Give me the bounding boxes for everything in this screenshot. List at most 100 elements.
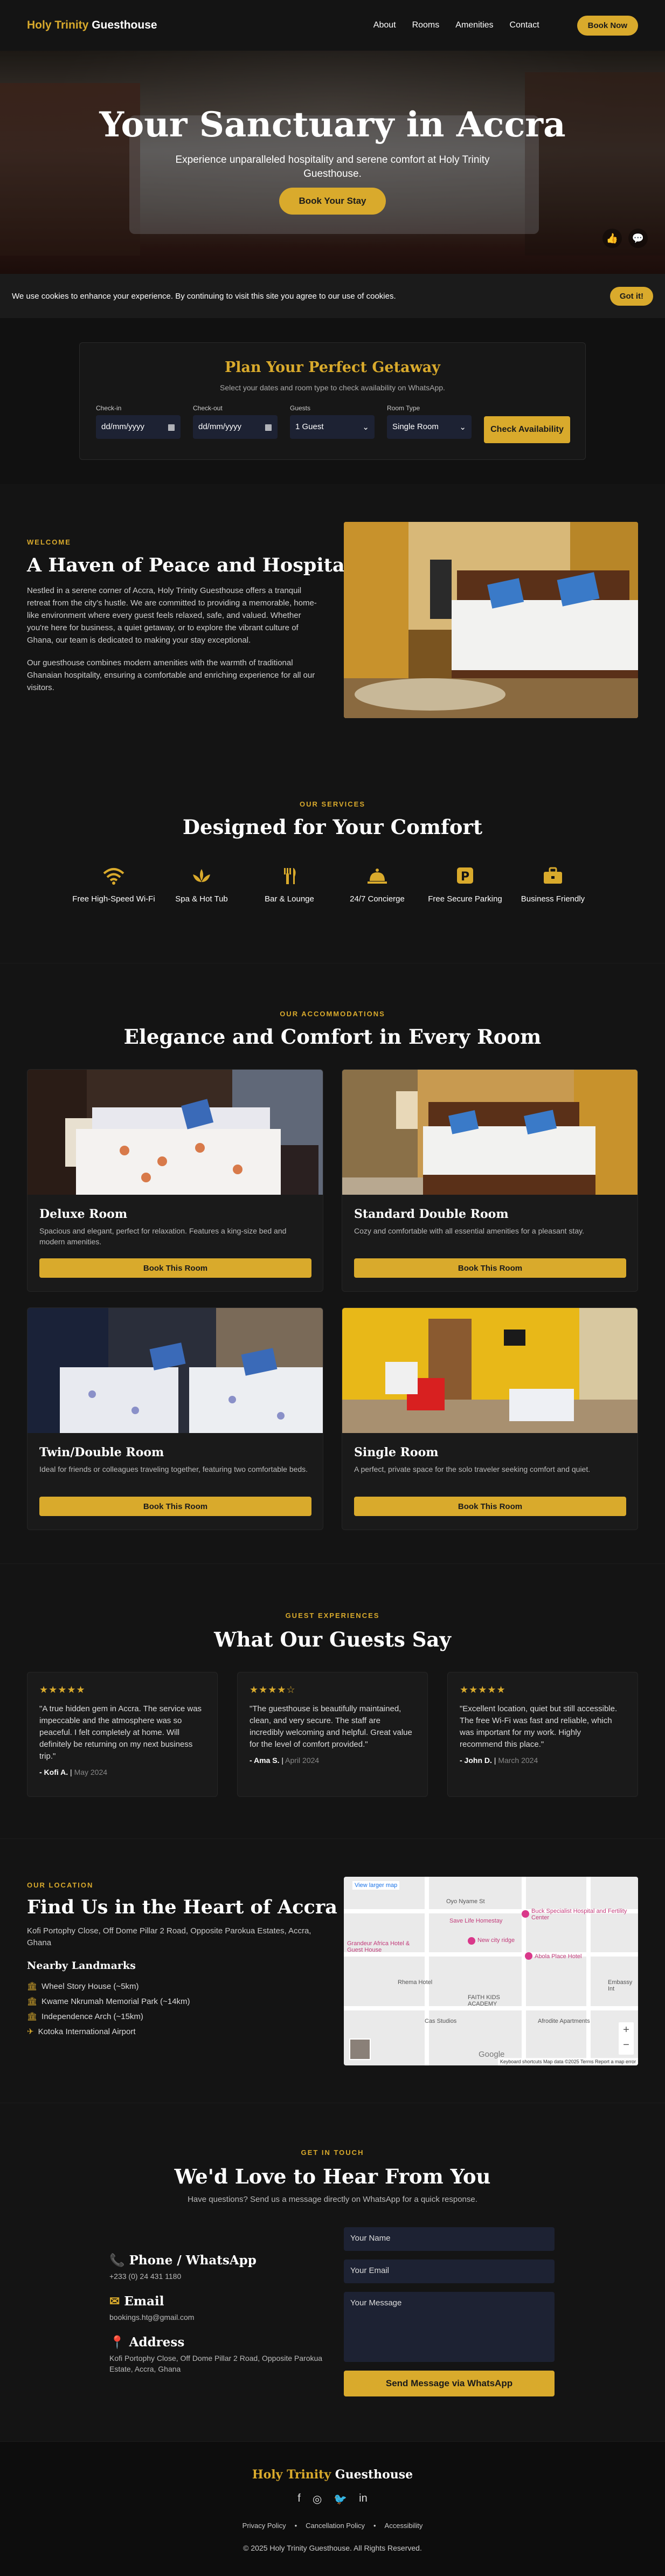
check-availability-button[interactable]: Check Availability xyxy=(484,416,570,443)
location-eyebrow: OUR LOCATION xyxy=(27,1881,94,1889)
phone-value[interactable]: +233 (0) 24 431 1180 xyxy=(109,2271,325,2282)
author-name: - Kofi A. xyxy=(39,1768,68,1776)
instagram-icon[interactable]: ◎ xyxy=(313,2492,322,2506)
guests-value: 1 Guest xyxy=(295,422,324,431)
amenity-label: Free Secure Parking xyxy=(428,894,502,904)
address-title: Address xyxy=(129,2335,185,2350)
brand-second: Guesthouse xyxy=(92,19,157,31)
checkout-value: dd/mm/yyyy xyxy=(198,422,242,431)
send-whatsapp-button[interactable]: Send Message via WhatsApp xyxy=(344,2371,555,2396)
checkin-input[interactable]: dd/mm/yyyy ▦ xyxy=(96,415,181,439)
nav-link-contact[interactable]: Contact xyxy=(510,20,539,30)
checkout-label: Check-out xyxy=(193,404,223,412)
footer-separator: • xyxy=(373,2522,376,2530)
welcome-section: WELCOME A Haven of Peace and Hospitality… xyxy=(0,484,665,963)
map-label: Buck Specialist Hospital and Fertility C… xyxy=(531,1908,627,1921)
roomtype-field: Room Type Single Room ⌄ xyxy=(387,404,472,439)
room-description: A perfect, private space for the solo tr… xyxy=(354,1465,591,1473)
copyright-text: © 2025 Holy Trinity Guesthouse. All Righ… xyxy=(243,2544,422,2552)
testimonial-quote: "Excellent location, quiet but still acc… xyxy=(460,1704,618,1749)
map-road xyxy=(586,1877,591,2065)
testimonials-eyebrow: GUEST EXPERIENCES xyxy=(285,1611,380,1620)
facebook-icon[interactable]: f xyxy=(297,2492,301,2506)
brand-logo[interactable]: Holy Trinity Guesthouse xyxy=(27,19,157,32)
email-value[interactable]: bookings.htg@gmail.com xyxy=(109,2312,325,2323)
message-textarea[interactable]: Your Message xyxy=(344,2292,555,2362)
welcome-room-photo xyxy=(344,522,638,718)
landmark-text: Kotoka International Airport xyxy=(38,2027,136,2036)
room-card-standard-double: Standard Double Room Cozy and comfortabl… xyxy=(342,1069,638,1292)
footer-separator: • xyxy=(294,2522,297,2530)
concierge-bell-icon xyxy=(334,867,420,891)
view-larger-map-link[interactable]: View larger map xyxy=(352,1881,400,1890)
location-title: Find Us in the Heart of Accra xyxy=(27,1896,337,1918)
calendar-icon[interactable]: ▦ xyxy=(265,422,272,432)
plane-icon: ✈ xyxy=(27,2027,34,2036)
testimonial-card: ★★★★★ "Excellent location, quiet but sti… xyxy=(447,1672,638,1797)
room-description: Cozy and comfortable with all essential … xyxy=(354,1227,584,1235)
testimonial-author: - Kofi A. | May 2024 xyxy=(39,1768,108,1776)
testimonials-section: GUEST EXPERIENCES What Our Guests Say ★★… xyxy=(0,1563,665,1838)
nav-links: About Rooms Amenities Contact xyxy=(373,20,539,30)
review-date: March 2024 xyxy=(498,1756,538,1765)
landmark-text: Independence Arch (~15km) xyxy=(41,2012,143,2021)
services-eyebrow: OUR SERVICES xyxy=(299,800,365,808)
roomtype-label: Room Type xyxy=(387,404,420,412)
booking-subtitle: Select your dates and room type to check… xyxy=(220,383,445,392)
nav-link-rooms[interactable]: Rooms xyxy=(412,20,440,30)
amenity-business: Business Friendly xyxy=(510,867,596,905)
amenity-wifi: Free High-Speed Wi-Fi xyxy=(71,867,157,905)
testimonial-card: ★★★★☆ "The guesthouse is beautifully mai… xyxy=(237,1672,428,1797)
book-room-button[interactable]: Book This Room xyxy=(39,1497,311,1516)
book-room-button[interactable]: Book This Room xyxy=(354,1258,626,1278)
email-input[interactable]: Your Email xyxy=(344,2260,555,2283)
hero-title: Your Sanctuary in Accra xyxy=(99,105,566,145)
map-label: Abola Place Hotel xyxy=(535,1953,582,1960)
landmark-item: 🏛 Kwame Nkrumah Memorial Park (~14km) xyxy=(27,1996,190,2006)
amenity-parking: P Free Secure Parking xyxy=(422,867,508,905)
cancellation-policy-link[interactable]: Cancellation Policy xyxy=(306,2522,365,2530)
nav-link-about[interactable]: About xyxy=(373,20,396,30)
room-title: Standard Double Room xyxy=(354,1207,509,1221)
star-rating-icon: ★★★★★ xyxy=(39,1684,86,1695)
cookie-accept-button[interactable]: Got it! xyxy=(609,286,653,306)
map-label: Cas Studios xyxy=(425,2018,457,2024)
embedded-map[interactable]: View larger map Oyo Nyame St Buck Specia… xyxy=(344,1877,638,2065)
book-now-button[interactable]: Book Now xyxy=(577,15,638,36)
phone-title: Phone / WhatsApp xyxy=(129,2253,257,2268)
map-pin-icon[interactable] xyxy=(522,1910,529,1918)
roomtype-select[interactable]: Single Room ⌄ xyxy=(387,415,472,439)
accessibility-link[interactable]: Accessibility xyxy=(385,2522,423,2530)
spa-icon xyxy=(158,867,245,891)
amenity-bar: Bar & Lounge xyxy=(246,867,332,905)
guests-select[interactable]: 1 Guest ⌄ xyxy=(290,415,375,439)
name-input[interactable]: Your Name xyxy=(344,2227,555,2251)
map-satellite-toggle[interactable] xyxy=(349,2038,371,2060)
privacy-policy-link[interactable]: Privacy Policy xyxy=(243,2522,286,2530)
book-room-button[interactable]: Book This Room xyxy=(39,1258,311,1278)
map-pin-icon[interactable] xyxy=(468,1937,475,1945)
room-title: Twin/Double Room xyxy=(39,1445,164,1459)
map-label: Afrodite Apartments xyxy=(538,2018,590,2024)
book-room-button[interactable]: Book This Room xyxy=(354,1497,626,1516)
booking-section: Plan Your Perfect Getaway Select your da… xyxy=(0,318,665,484)
room-title: Single Room xyxy=(354,1445,439,1459)
calendar-icon[interactable]: ▦ xyxy=(168,422,175,432)
services-title: Designed for Your Comfort xyxy=(182,815,483,839)
book-your-stay-button[interactable]: Book Your Stay xyxy=(279,188,386,215)
map-pin-icon[interactable] xyxy=(525,1952,532,1960)
nav-link-amenities[interactable]: Amenities xyxy=(455,20,493,30)
footer: Holy Trinity Guesthouse f ◎ 🐦 in Privacy… xyxy=(0,2441,665,2576)
map-road xyxy=(425,1877,429,2065)
phone-icon: 📞 xyxy=(109,2253,125,2268)
linkedin-icon[interactable]: in xyxy=(359,2492,368,2506)
thumbs-up-icon[interactable]: 👍 xyxy=(602,229,622,248)
checkout-input[interactable]: dd/mm/yyyy ▦ xyxy=(193,415,278,439)
cookie-banner: We use cookies to enhance your experienc… xyxy=(0,274,665,318)
chat-icon[interactable]: 💬 xyxy=(628,229,648,248)
map-zoom-controls[interactable]: + − xyxy=(619,2022,634,2055)
testimonials-title: What Our Guests Say xyxy=(214,1628,451,1651)
author-name: - Ama S. xyxy=(250,1756,280,1765)
twitter-icon[interactable]: 🐦 xyxy=(334,2492,347,2506)
email-icon: ✉ xyxy=(109,2294,120,2309)
